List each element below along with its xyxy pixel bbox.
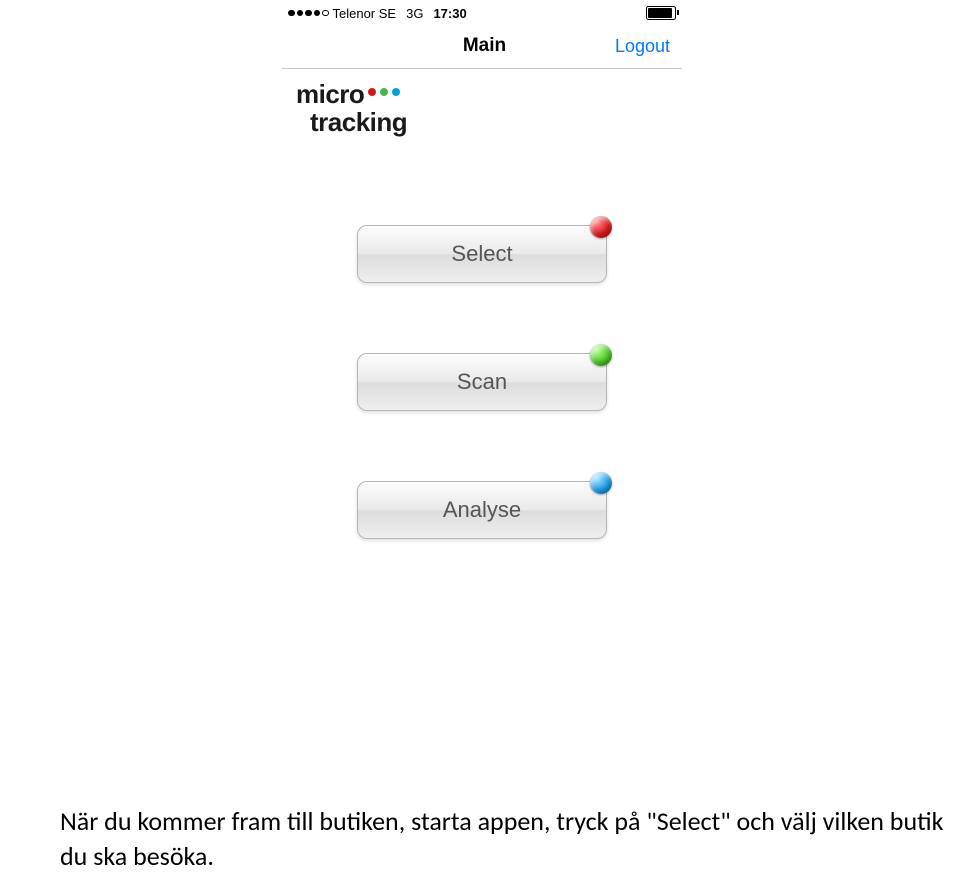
signal-strength-icon <box>288 10 329 17</box>
clock: 17:30 <box>433 6 466 21</box>
red-dot-icon <box>590 216 612 238</box>
main-buttons: Select Scan Analyse <box>282 135 682 539</box>
phone-screenshot: Telenor SE 3G 17:30 Main Logout micro tr… <box>282 0 682 539</box>
status-bar: Telenor SE 3G 17:30 <box>282 0 682 24</box>
page-title: Main <box>463 35 506 57</box>
app-logo: micro tracking <box>282 69 682 135</box>
logout-button[interactable]: Logout <box>615 36 670 57</box>
blue-dot-icon <box>590 472 612 494</box>
instruction-text: När du kommer fram till butiken, starta … <box>60 804 960 874</box>
logo-dots-icon <box>368 88 400 96</box>
logo-text-line2: tracking <box>296 109 682 135</box>
scan-button[interactable]: Scan <box>357 353 607 411</box>
logo-text-line1: micro <box>296 81 364 107</box>
analyse-button[interactable]: Analyse <box>357 481 607 539</box>
carrier-label: Telenor SE <box>333 6 397 21</box>
navigation-bar: Main Logout <box>282 24 682 69</box>
battery-icon <box>646 6 676 20</box>
scan-button-label: Scan <box>457 369 507 395</box>
network-type: 3G <box>406 6 423 21</box>
green-dot-icon <box>590 344 612 366</box>
select-button[interactable]: Select <box>357 225 607 283</box>
select-button-label: Select <box>451 241 512 267</box>
analyse-button-label: Analyse <box>443 497 521 523</box>
